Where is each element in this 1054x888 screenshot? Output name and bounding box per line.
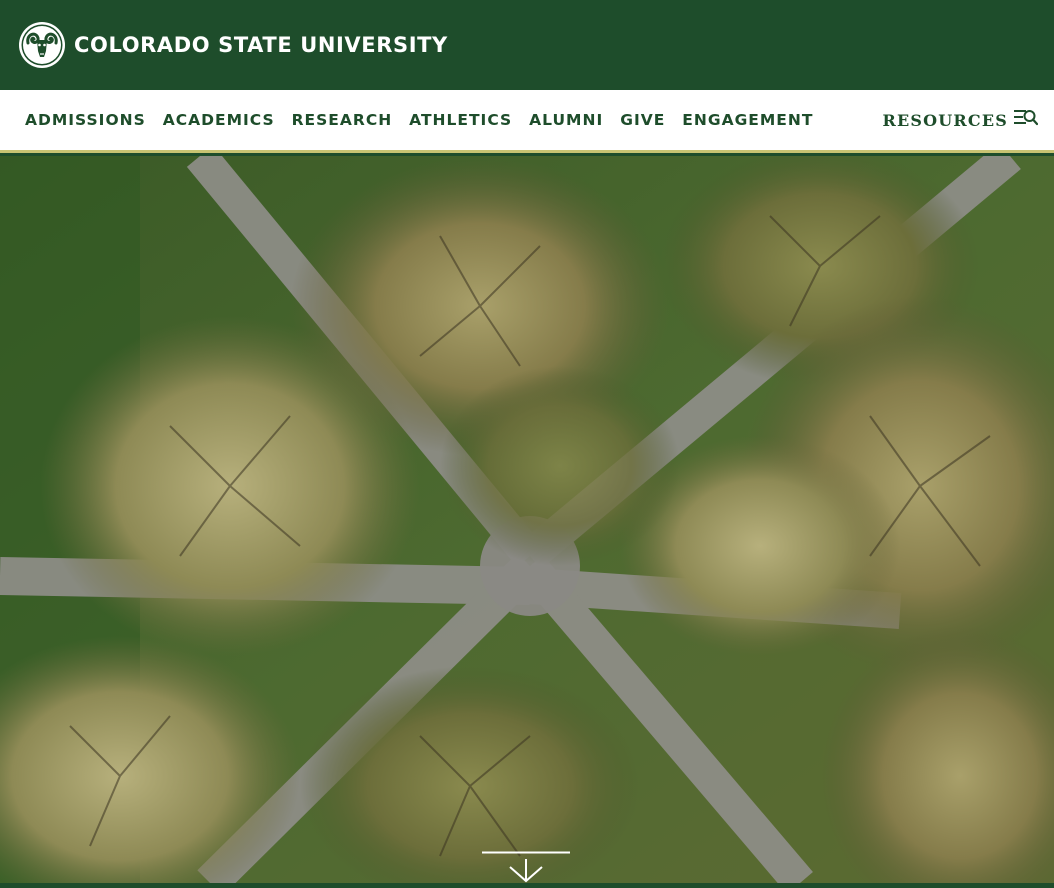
nav-alumni[interactable]: ALUMNI [529,111,603,129]
ram-logo-icon[interactable] [18,21,66,69]
aerial-campus-image [0,156,1054,883]
site-header: COLORADO STATE UNIVERSITY [0,0,1054,90]
scroll-down-arrow-icon [480,851,572,883]
nav-engagement[interactable]: ENGAGEMENT [682,111,813,129]
university-name[interactable]: COLORADO STATE UNIVERSITY [74,33,448,57]
nav-admissions[interactable]: ADMISSIONS [25,111,146,129]
nav-academics[interactable]: ACADEMICS [163,111,275,129]
nav-give[interactable]: GIVE [620,111,665,129]
nav-research[interactable]: RESEARCH [292,111,393,129]
resources-button[interactable]: RESOURCES [882,109,1039,132]
scroll-down-button[interactable] [480,851,572,883]
main-nav: ADMISSIONS ACADEMICS RESEARCH ATHLETICS … [0,90,1054,153]
menu-search-icon [1014,109,1039,132]
resources-label: RESOURCES [882,110,1008,130]
hero-image [0,156,1054,883]
nav-athletics[interactable]: ATHLETICS [409,111,512,129]
nav-links: ADMISSIONS ACADEMICS RESEARCH ATHLETICS … [25,111,830,129]
